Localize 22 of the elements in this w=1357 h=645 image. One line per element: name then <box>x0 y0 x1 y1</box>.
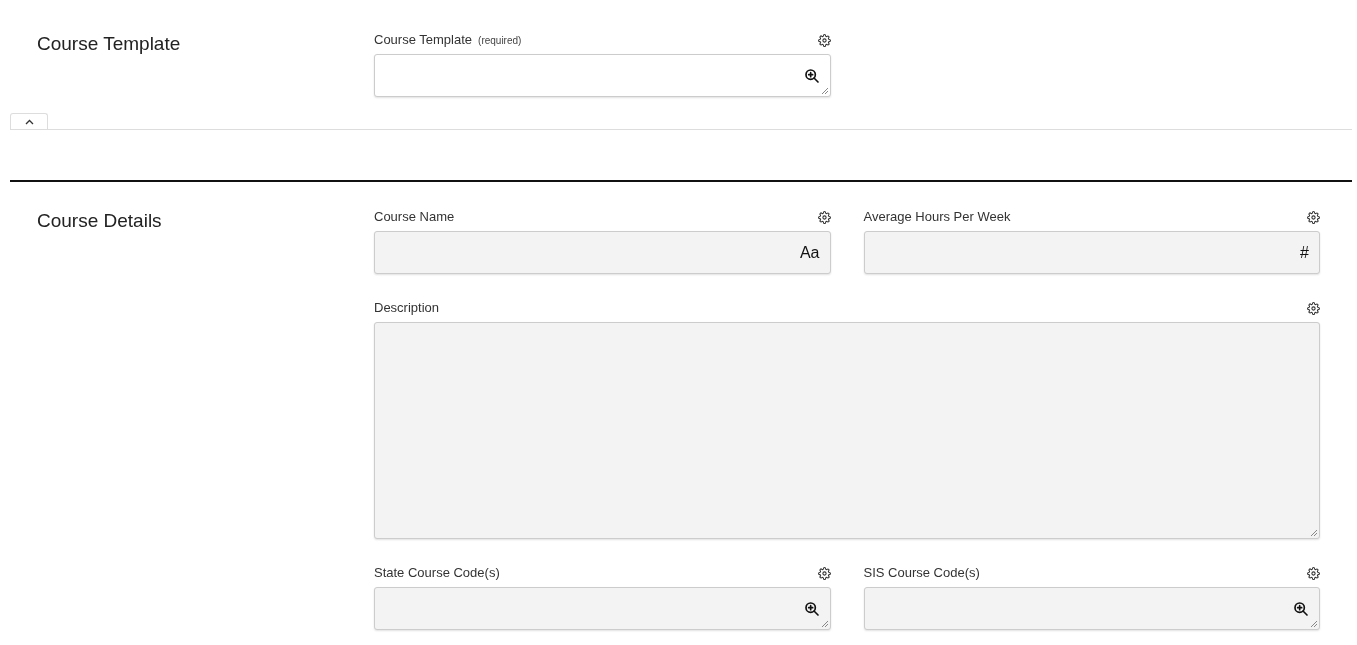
field-label: Course Template <box>374 31 473 50</box>
settings-icon[interactable] <box>1307 301 1320 315</box>
settings-icon[interactable] <box>817 566 831 580</box>
field-label: State Course Code(s) <box>374 564 500 583</box>
required-note: (required) <box>478 34 522 49</box>
resize-grip-icon[interactable] <box>820 87 828 94</box>
chevron-up-icon <box>24 118 34 125</box>
field-label: Average Hours Per Week <box>863 208 1011 227</box>
section-title: Course Template <box>37 32 182 56</box>
field-label: SIS Course Code(s) <box>863 564 980 583</box>
settings-icon[interactable] <box>1307 566 1320 580</box>
field-type-icon: Aa <box>799 240 820 265</box>
collapse-button[interactable] <box>10 113 48 129</box>
settings-icon[interactable] <box>817 33 831 47</box>
field-type-icon: # <box>1300 240 1309 265</box>
settings-icon[interactable] <box>817 210 831 224</box>
field-label: Description <box>374 299 440 318</box>
input-field[interactable] <box>374 54 831 97</box>
field-label: Course Name <box>374 208 455 227</box>
settings-icon[interactable] <box>1307 210 1320 224</box>
section-title: Course Details <box>37 209 163 233</box>
zoom-in-icon[interactable] <box>803 67 820 84</box>
